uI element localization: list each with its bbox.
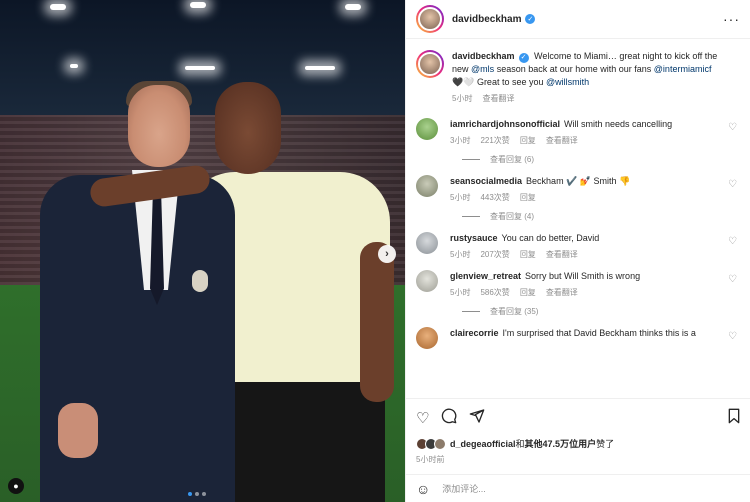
post-photo[interactable]: › ●: [0, 0, 405, 502]
stadium-light: [185, 66, 215, 70]
verified-check-icon: ✓: [518, 52, 529, 63]
avatar[interactable]: [416, 232, 438, 254]
emoji-icon[interactable]: ☺: [416, 481, 430, 497]
post-actions: ♡ d_degeaofficial 和其他47.5万位用户 赞了 5小时前: [406, 398, 750, 465]
caption-text: season back at our home with our fans: [496, 64, 652, 74]
likes-summary[interactable]: d_degeaofficial 和其他47.5万位用户 赞了: [416, 437, 741, 450]
heart-icon[interactable]: ♡: [728, 274, 737, 285]
stadium-light: [305, 66, 335, 70]
likes-connector: 和: [515, 439, 525, 449]
comment-time: 5小时: [450, 193, 471, 202]
view-replies-label[interactable]: 查看回复 (6): [490, 154, 534, 165]
person-left: [40, 81, 240, 502]
caption-username[interactable]: davidbeckham: [452, 51, 515, 61]
view-replies[interactable]: 查看回复 (6): [462, 154, 741, 165]
caption-text: Great to see you: [476, 77, 544, 87]
comments-list[interactable]: davidbeckham ✓ Welcome to Miami… great ni…: [406, 40, 750, 395]
carousel-dot: [188, 492, 192, 496]
avatar[interactable]: [416, 327, 438, 349]
post-time: 5小时前: [416, 455, 445, 464]
add-comment-bar: ☺: [406, 474, 750, 502]
likes-others[interactable]: 其他47.5万位用户: [525, 437, 597, 450]
comment-text: You can do better, David: [501, 233, 600, 243]
comment-username[interactable]: iamrichardjohnsonofficial: [450, 119, 560, 129]
likes-user[interactable]: d_degeaofficial: [450, 439, 516, 449]
comment-time: 5小时: [450, 288, 471, 297]
comment-likes[interactable]: 586次赞: [480, 287, 509, 298]
reply-button[interactable]: 回复: [520, 287, 536, 298]
carousel-dots: [188, 492, 206, 496]
heart-icon[interactable]: ♡: [728, 331, 737, 342]
caption-emoji: 🖤🤍: [452, 77, 475, 87]
carousel-dot: [202, 492, 206, 496]
comment-text: Beckham ✔️ 💅 Smith 👎: [526, 176, 631, 186]
heart-icon[interactable]: ♡: [728, 179, 737, 190]
stadium-light: [70, 64, 78, 68]
post-header: davidbeckham ✓ ···: [406, 0, 750, 39]
likes-suffix: 赞了: [596, 439, 615, 449]
heart-icon[interactable]: ♡: [728, 122, 737, 133]
avatar[interactable]: [416, 270, 438, 292]
translate-link[interactable]: 查看翻译: [546, 135, 578, 146]
comment-item: seansocialmedia Beckham ✔️ 💅 Smith 👎 5小时 …: [416, 175, 741, 203]
comment-text: Sorry but Will Smith is wrong: [525, 271, 641, 281]
comment-username[interactable]: seansocialmedia: [450, 176, 522, 186]
comment-input[interactable]: [442, 483, 741, 494]
caption: davidbeckham ✓ Welcome to Miami… great ni…: [416, 50, 741, 104]
comment-likes[interactable]: 443次赞: [480, 192, 509, 203]
mention-link[interactable]: @willsmith: [546, 77, 589, 87]
reply-button[interactable]: 回复: [520, 249, 536, 260]
mention-link[interactable]: @intermiamicf: [654, 64, 712, 74]
comment-time: 3小时: [450, 136, 471, 145]
share-icon[interactable]: [469, 408, 485, 428]
comment-icon[interactable]: [441, 408, 457, 428]
avatar[interactable]: [416, 5, 444, 33]
bookmark-icon[interactable]: [727, 408, 741, 428]
post-sidebar: davidbeckham ✓ ··· davidbeckham ✓ Welcome…: [405, 0, 750, 502]
user-tag-icon[interactable]: ●: [8, 478, 24, 494]
caption-time: 5小时: [452, 94, 473, 103]
translate-link[interactable]: 查看翻译: [482, 93, 514, 104]
stadium-light: [345, 4, 361, 10]
comment-item: glenview_retreat Sorry but Will Smith is …: [416, 270, 741, 298]
owner-username[interactable]: davidbeckham: [452, 14, 521, 25]
mention-link[interactable]: @mls: [471, 64, 494, 74]
comment-item: rustysauce You can do better, David 5小时 2…: [416, 232, 741, 260]
view-replies[interactable]: 查看回复 (4): [462, 211, 741, 222]
carousel-dot: [195, 492, 199, 496]
comment-text: Will smith needs cancelling: [564, 119, 673, 129]
view-replies-label[interactable]: 查看回复 (4): [490, 211, 534, 222]
comment-username[interactable]: clairecorrie: [450, 328, 499, 338]
comment-likes[interactable]: 221次赞: [480, 135, 509, 146]
view-replies[interactable]: 查看回复 (35): [462, 306, 741, 317]
comment-likes[interactable]: 207次赞: [480, 249, 509, 260]
verified-check-icon: ✓: [525, 14, 536, 24]
comment-item: iamrichardjohnsonofficial Will smith need…: [416, 118, 741, 146]
translate-link[interactable]: 查看翻译: [546, 249, 578, 260]
translate-link[interactable]: 查看翻译: [546, 287, 578, 298]
heart-icon[interactable]: ♡: [728, 236, 737, 247]
comment-item: clairecorrie I'm surprised that David Bec…: [416, 327, 741, 349]
chevron-right-icon[interactable]: ›: [378, 245, 396, 263]
comment-username[interactable]: rustysauce: [450, 233, 498, 243]
reply-button[interactable]: 回复: [520, 135, 536, 146]
comment-text: I'm surprised that David Beckham thinks …: [502, 328, 696, 338]
avatar[interactable]: [416, 118, 438, 140]
reply-button[interactable]: 回复: [520, 192, 536, 203]
avatar[interactable]: [416, 175, 438, 197]
comment-username[interactable]: glenview_retreat: [450, 271, 521, 281]
comment-time: 5小时: [450, 250, 471, 259]
more-options-icon[interactable]: ···: [723, 11, 740, 27]
avatar: [434, 437, 446, 450]
stadium-light: [190, 2, 206, 8]
view-replies-label[interactable]: 查看回复 (35): [490, 306, 538, 317]
caption-avatar[interactable]: [416, 50, 444, 78]
heart-icon[interactable]: ♡: [416, 409, 429, 427]
stadium-light: [50, 4, 66, 10]
